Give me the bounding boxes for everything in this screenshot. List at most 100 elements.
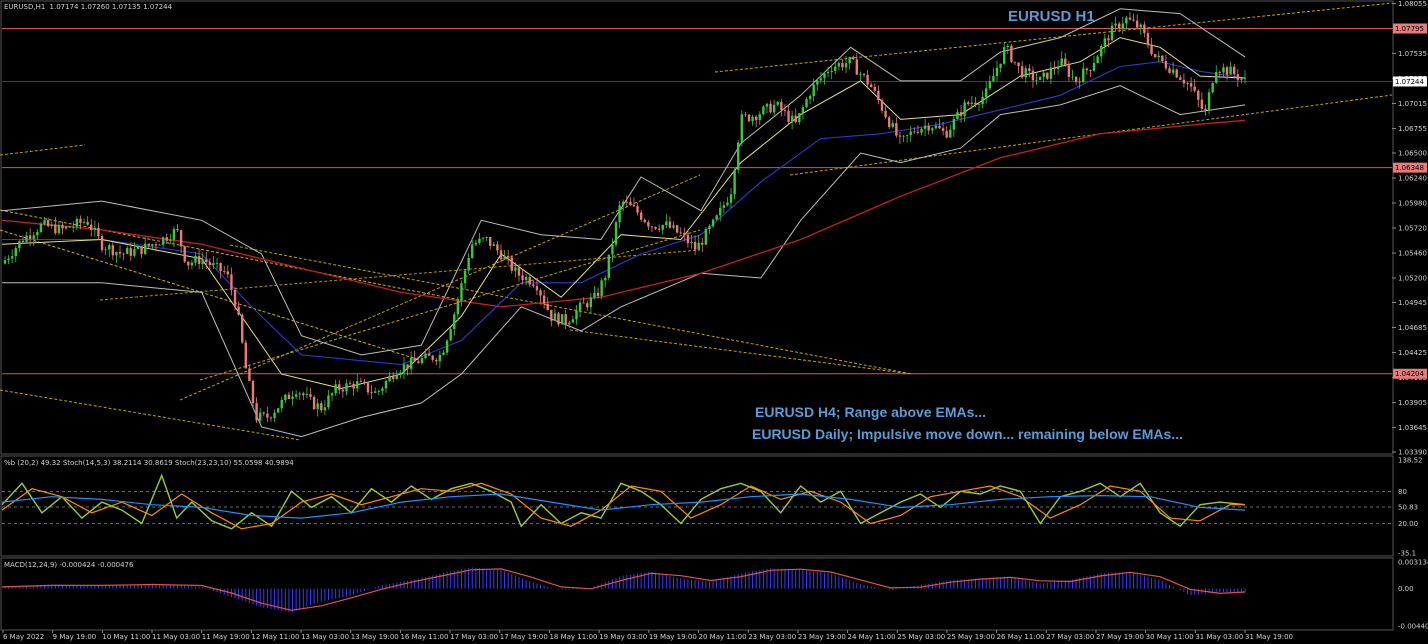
price-tick-label: 1.07015 (1398, 100, 1427, 108)
candle-body (625, 201, 628, 203)
candle-body (1139, 24, 1142, 28)
candle-body (399, 372, 402, 375)
candle-body (873, 87, 876, 91)
candle-body (1143, 24, 1146, 34)
candle-body (381, 388, 384, 391)
candle-body (967, 102, 970, 105)
candle-body (521, 275, 524, 281)
candle-body (837, 63, 841, 67)
candle-body (679, 232, 682, 234)
candle-body (219, 262, 222, 271)
candle-body (553, 313, 557, 321)
candle-body (262, 412, 265, 414)
candle-body (1146, 33, 1150, 45)
candle-body (665, 221, 668, 225)
candle-body (7, 258, 10, 261)
candle-body (226, 271, 230, 275)
candle-body (1164, 61, 1168, 69)
candle-body (765, 103, 769, 107)
trading-chart[interactable]: 1.080551.077951.075351.072751.070151.067… (0, 0, 1428, 644)
candle-body (391, 375, 395, 379)
candle-body (28, 235, 32, 239)
candle-body (309, 394, 312, 397)
candle-body (762, 106, 765, 115)
candle-body (747, 114, 751, 122)
candle-body (988, 81, 992, 89)
candle-body (848, 56, 851, 64)
candle-body (36, 232, 39, 236)
price-panel[interactable]: 1.080551.077951.075351.072751.070151.067… (0, 0, 1427, 457)
candle-body (1182, 79, 1186, 84)
macd-panel[interactable]: MACD(12,24,9) -0.000424 -0.000476 0.0031… (0, 557, 1428, 631)
candle-body (1049, 67, 1053, 79)
candle-body (956, 112, 959, 119)
trend-channel-line[interactable] (0, 209, 461, 301)
candle-body (801, 107, 805, 114)
candle-body (1229, 66, 1232, 75)
candle-body (729, 194, 733, 203)
candle-body (614, 222, 618, 245)
candle-body (3, 260, 7, 264)
candle-body (532, 284, 535, 287)
trend-channel-line[interactable] (569, 329, 913, 375)
candle-body (100, 236, 104, 250)
candle-body (877, 90, 880, 101)
candle-body (1067, 65, 1071, 77)
candle-body (363, 381, 366, 384)
level-price-label: 1.04204 (1395, 370, 1424, 378)
trend-channel-line[interactable] (789, 94, 1393, 176)
candle-body (68, 226, 71, 228)
candle-body (1207, 92, 1211, 111)
time-tick-label: 23 May 03:00 (748, 633, 796, 641)
candle-body (287, 394, 291, 400)
candle-body (1121, 23, 1124, 29)
candle-body (909, 131, 912, 136)
candle-body (269, 417, 273, 419)
trend-channel-line[interactable] (0, 144, 86, 156)
candle-body (1135, 20, 1139, 28)
candle-body (862, 73, 866, 75)
trend-channel-line[interactable] (229, 244, 913, 375)
candle-body (169, 239, 172, 241)
candle-body (744, 114, 747, 116)
candle-body (528, 276, 531, 285)
candle-body (708, 226, 711, 230)
oscillator-panel[interactable]: %b (20,2) 49.32 Stoch(14,5,3) 38.2114 30… (0, 455, 1423, 558)
candle-body (697, 242, 700, 250)
candle-body (1175, 69, 1178, 78)
candle-body (460, 283, 463, 301)
candle-body (783, 110, 787, 112)
candle-body (719, 207, 722, 216)
candle-body (560, 314, 564, 325)
trend-channel-line[interactable] (0, 389, 301, 441)
candle-body (1118, 23, 1121, 29)
candle-body (916, 131, 920, 133)
candle-body (794, 115, 797, 123)
price-tick-label: 1.04425 (1398, 349, 1427, 357)
candle-body (852, 56, 855, 60)
candle-body (844, 63, 848, 68)
candle-body (575, 310, 578, 320)
oscillator-y-axis: 138.52 80 50.83 20.00 -35.1 (2, 457, 1423, 558)
candle-body (435, 359, 438, 362)
candle-body (1010, 45, 1013, 62)
candle-body (276, 408, 280, 413)
candle-body (122, 253, 125, 255)
price-tick-label: 1.05720 (1398, 225, 1427, 233)
candle-body (395, 374, 398, 379)
candle-body (582, 302, 585, 304)
candle-body (1071, 76, 1074, 78)
candle-body (1150, 44, 1153, 55)
candle-body (255, 403, 258, 421)
candle-body (1028, 68, 1031, 71)
level-price-label: 1.07795 (1395, 25, 1424, 33)
candle-body (492, 244, 496, 246)
candle-body (478, 238, 481, 243)
candle-body (517, 267, 521, 276)
candle-body (424, 353, 427, 359)
candle-body (1114, 23, 1117, 26)
candle-body (485, 236, 488, 238)
macd-tick-label: -0.004405 (1398, 623, 1428, 631)
candle-body (1161, 55, 1164, 62)
trend-channel-line[interactable] (0, 229, 421, 361)
